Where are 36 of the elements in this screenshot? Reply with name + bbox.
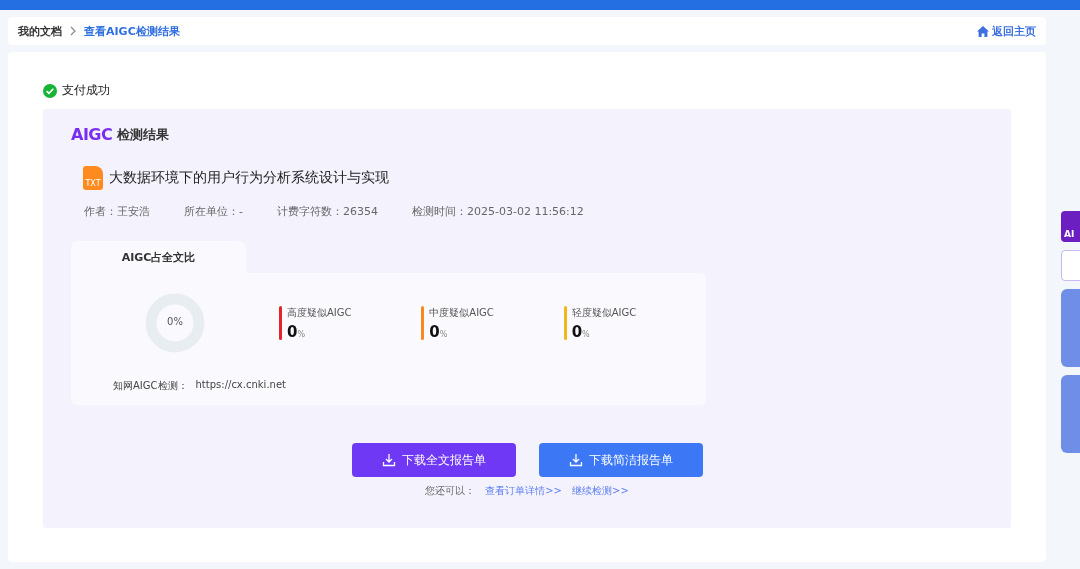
download-button[interactable]: 下载简洁报告单 xyxy=(538,443,703,477)
stat-label: 中度疑似AIGC xyxy=(429,305,494,320)
link[interactable]: 继续检测>> xyxy=(572,484,629,498)
meta-text: 作者：王安浩 xyxy=(84,204,150,219)
breadcrumb-link[interactable]: 查看AIGC检测结果 xyxy=(84,23,180,39)
stat-label: 轻度疑似AIGC xyxy=(571,305,637,320)
more-label: 您还可以： xyxy=(425,484,476,498)
check-circle-icon xyxy=(43,83,57,98)
file-icon: TXT xyxy=(83,166,103,190)
home-link[interactable]: 返回主页 xyxy=(977,23,1036,39)
document-title: 大数据环境下的用户行为分析系统设计与实现 xyxy=(109,169,389,187)
chevron-icon xyxy=(69,26,77,36)
download-icon xyxy=(568,453,583,467)
tab-label: AIGC占全文比 xyxy=(121,249,196,265)
meta-text: 所在单位：- xyxy=(184,204,243,219)
ring-reading: 0% xyxy=(166,316,184,327)
source-url: https://cx.cnki.net xyxy=(195,379,286,392)
stat-unit: % xyxy=(297,329,306,339)
meta-text: 检测时间：2025-03-02 11:56:12 xyxy=(412,204,584,219)
meta-text: 计费字符数：26354 xyxy=(277,204,378,219)
stat-unit: % xyxy=(439,329,448,339)
source-label: 知网AIGC检测： xyxy=(113,379,188,393)
download-icon xyxy=(381,453,396,467)
section-title: 检测结果 xyxy=(117,125,170,144)
stat-value: 0 xyxy=(429,322,440,341)
ai-assistant-button[interactable]: AI xyxy=(1061,211,1080,242)
status-text: 支付成功 xyxy=(62,82,110,99)
stat-label: 高度疑似AIGC xyxy=(287,305,352,320)
logo: AIGC xyxy=(71,125,113,144)
download-button[interactable]: 下载全文报告单 xyxy=(351,443,516,477)
home-icon xyxy=(977,25,989,37)
breadcrumb-link[interactable]: 我的文档 xyxy=(18,23,62,39)
stat-unit: % xyxy=(582,329,590,339)
stat-value: 0 xyxy=(571,322,583,341)
link[interactable]: 查看订单详情>> xyxy=(485,484,562,498)
stat-value: 0 xyxy=(287,322,298,341)
